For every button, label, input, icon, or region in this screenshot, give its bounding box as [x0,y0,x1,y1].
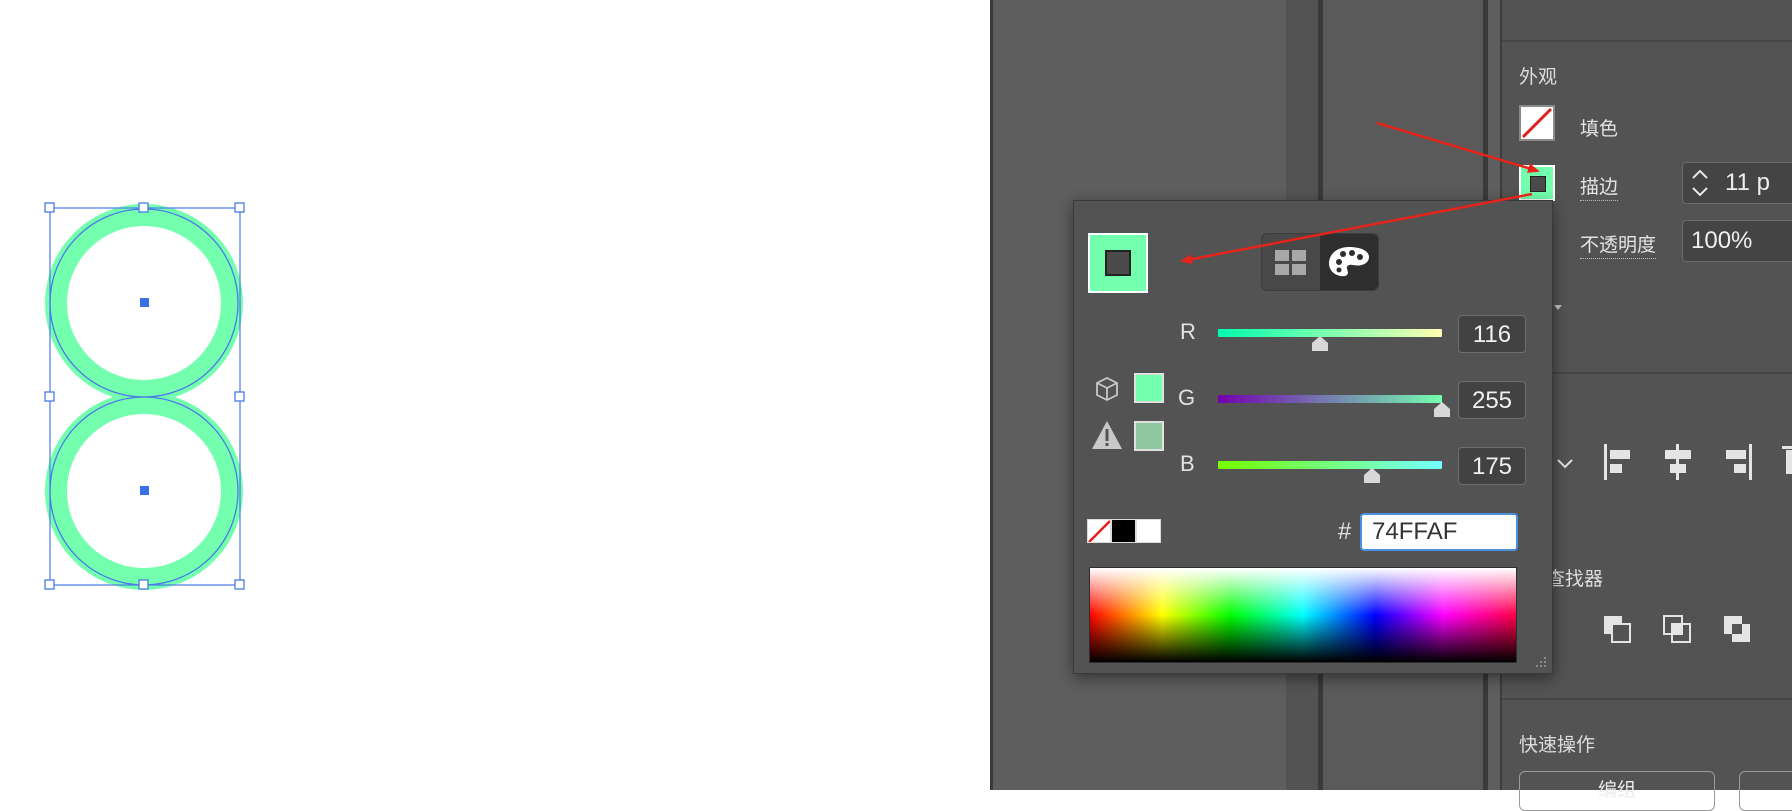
stepper-arrows-icon[interactable] [1687,163,1713,203]
handle-bottom-left[interactable] [44,579,55,590]
stroke-preview-swatch[interactable] [1088,233,1148,293]
green-value-input[interactable]: 255 [1458,381,1526,419]
handle-bottom-right[interactable] [234,579,245,590]
stroke-label[interactable]: 描边 [1580,172,1619,201]
none-color-icon [1521,107,1553,139]
white-color-swatch[interactable] [1136,519,1161,543]
handle-top-middle[interactable] [138,202,149,213]
selected-artwork[interactable] [0,0,990,790]
none-color-icon [1088,520,1110,542]
intersect-icon[interactable] [1662,614,1692,646]
web-safe-color-swatch[interactable] [1134,421,1164,451]
pathfinder-heading: 查找器 [1546,569,1604,590]
align-right-icon[interactable] [1721,442,1755,482]
handle-top-right[interactable] [234,202,245,213]
section-divider [1502,40,1792,42]
hex-prefix-label: # [1338,518,1352,545]
color-mode-toggle [1261,233,1379,291]
resize-grip-icon[interactable] [1532,653,1548,669]
quick-actions-heading: 快速操作 [1519,735,1596,756]
swatches-mode-button[interactable] [1262,234,1320,290]
red-slider-thumb[interactable] [1309,335,1331,353]
blue-value-input[interactable]: 175 [1458,447,1526,485]
blue-slider-thumb[interactable] [1361,467,1383,485]
exclude-icon[interactable] [1722,614,1752,646]
handle-bottom-middle[interactable] [138,579,149,590]
fill-swatch[interactable] [1519,105,1555,141]
stroke-swatch[interactable] [1519,165,1555,201]
canvas-edge [990,0,993,790]
green-channel-label: G [1178,385,1196,410]
minus-front-icon[interactable] [1602,614,1632,646]
stroke-weight-field[interactable]: 11 p [1682,162,1792,204]
opacity-label[interactable]: 不透明度 [1580,230,1657,259]
cube-icon[interactable] [1093,375,1121,403]
warning-icon[interactable] [1090,419,1124,451]
stroke-preview-inner [1105,250,1131,276]
align-horizontal-center-icon[interactable] [1661,442,1695,482]
align-left-icon[interactable] [1601,442,1635,482]
none-color-swatch[interactable] [1087,519,1111,543]
blue-channel-label: B [1180,451,1195,476]
black-color-swatch[interactable] [1111,519,1136,543]
out-of-web-color-swatch[interactable] [1134,373,1164,403]
green-slider-thumb[interactable] [1431,401,1453,419]
more-options-arrow-icon[interactable] [1553,302,1563,312]
red-value-input[interactable]: 116 [1458,315,1526,353]
opacity-field[interactable]: 100% [1682,220,1792,262]
appearance-heading: 外观 [1519,67,1558,88]
align-to-dropdown-icon[interactable] [1556,457,1574,469]
quick-action-button[interactable] [1739,771,1792,811]
fill-label: 填色 [1580,119,1619,140]
section-divider [1502,698,1792,700]
color-spectrum[interactable] [1089,567,1517,663]
handle-middle-right[interactable] [234,391,245,402]
blue-slider-track[interactable] [1218,461,1442,469]
top-circle-center-point [140,298,149,307]
align-top-icon[interactable] [1778,442,1792,482]
color-mixer-mode-button[interactable] [1320,234,1378,290]
opacity-value[interactable]: 100% [1691,227,1752,255]
handle-top-left[interactable] [44,202,55,213]
stroke-swatch-inner [1530,176,1546,192]
hex-color-input[interactable] [1360,513,1518,551]
red-channel-label: R [1180,319,1196,344]
bottom-circle-center-point [140,486,149,495]
color-picker-popover: R 116 G 255 B 175 # [1073,200,1553,674]
group-button[interactable]: 编组 [1519,771,1715,811]
green-slider-track[interactable] [1218,395,1442,403]
stroke-weight-value[interactable]: 11 p [1725,169,1770,197]
grid-swatches-icon [1275,250,1306,275]
artboard-canvas[interactable] [0,0,990,790]
handle-middle-left[interactable] [44,391,55,402]
palette-icon [1329,247,1369,277]
